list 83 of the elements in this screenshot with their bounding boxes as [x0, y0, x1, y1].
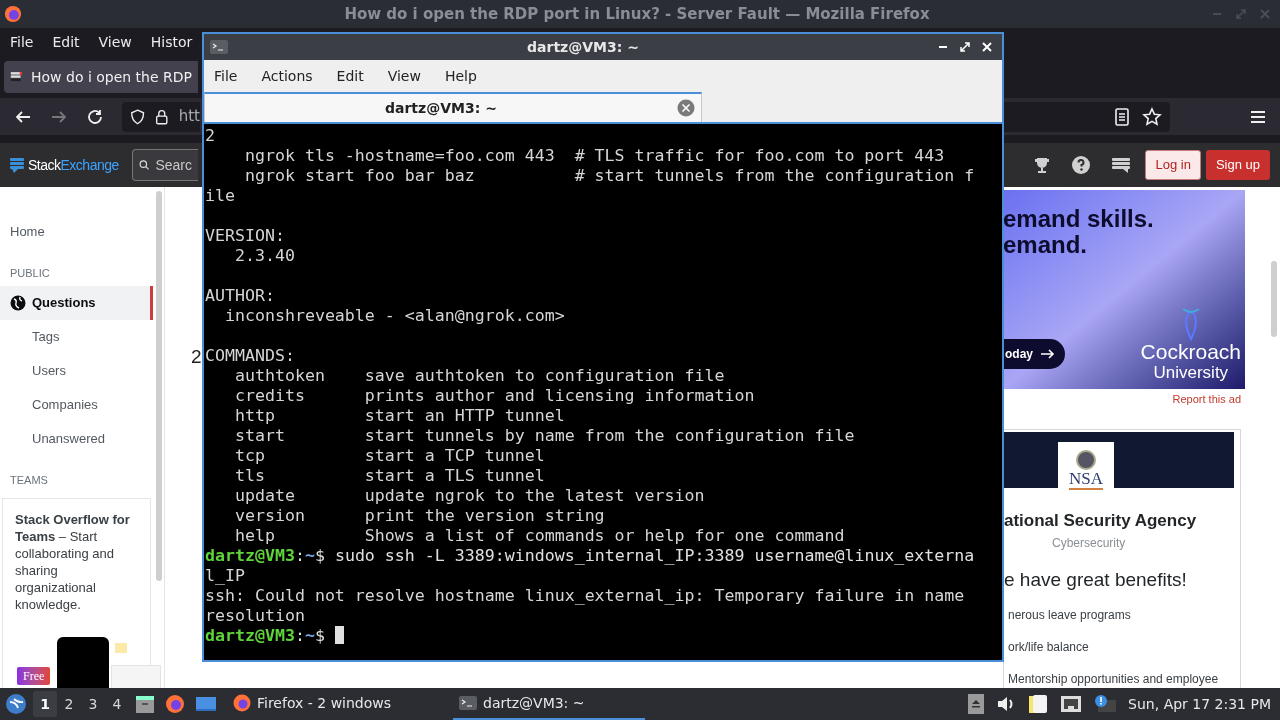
section-heading: TEAMS: [9, 472, 49, 488]
window-title: dartz@VM3: ~: [526, 37, 640, 57]
window-title: How do i open the RDP port in Linux? - Server Fault — Mozilla Firefox: [343, 3, 931, 25]
workspace-button[interactable]: 3: [81, 691, 105, 717]
signup-button[interactable]: Sign up: [1205, 150, 1270, 180]
menu-icon[interactable]: [1250, 109, 1266, 124]
update-notification-icon[interactable]: [1094, 694, 1117, 714]
notes-icon[interactable]: [1028, 694, 1049, 714]
browser-icon[interactable]: [165, 694, 185, 714]
terminal-illustration: [57, 637, 109, 688]
terminal-tab[interactable]: dartz@VM3: ~: [204, 92, 702, 122]
start-menu-icon[interactable]: [5, 693, 27, 715]
nav-link[interactable]: Companies: [0, 387, 153, 422]
ad-brand: Cockroach: [1140, 340, 1241, 363]
chat-icon[interactable]: [1111, 156, 1132, 174]
ad-headline: e have great benefits!: [1004, 567, 1188, 592]
menu-item[interactable]: Edit: [52, 31, 80, 53]
menu-item[interactable]: File: [10, 31, 34, 53]
lock-icon[interactable]: [155, 107, 169, 126]
taskbar-button[interactable]: Firefox - 2 windows: [227, 688, 423, 720]
company-sector: Cybersecurity: [1051, 534, 1127, 552]
clock[interactable]: Sun, Apr 17 2:31 PM: [1128, 693, 1271, 715]
search-field[interactable]: Searc: [132, 149, 198, 181]
ad-headline: emand.: [1003, 232, 1089, 258]
browser-icon: [233, 694, 251, 712]
note-illustration: [115, 643, 127, 653]
file-cabinet-icon[interactable]: [135, 694, 155, 714]
reload-icon[interactable]: [86, 107, 104, 126]
reader-view-icon[interactable]: [1114, 107, 1130, 126]
seal-icon: [1076, 450, 1096, 470]
teams-promo-text: Stack Overflow for Teams – Start collaborating and sharing organizational knowledge.: [15, 511, 131, 613]
ad-brand: University: [1153, 362, 1229, 383]
nav-link[interactable]: Users: [0, 353, 153, 388]
network-icon[interactable]: [1060, 695, 1083, 713]
help-icon[interactable]: [1071, 155, 1092, 175]
address-bar[interactable]: htt: [122, 101, 200, 132]
benefit-item: ork/life balance: [1008, 639, 1090, 656]
nav-link[interactable]: Unanswered: [0, 421, 153, 456]
workspace-button[interactable]: 1: [33, 691, 57, 717]
desktop-icon[interactable]: [195, 694, 217, 714]
report-ad-link[interactable]: Report this ad: [1172, 390, 1241, 407]
nav-link[interactable]: Questions: [0, 285, 153, 320]
ad-banner[interactable]: emand skills. emand. oday Cockroach University: [1003, 190, 1245, 389]
menu-item[interactable]: Help: [444, 65, 477, 87]
benefit-item: Mentorship opportunities and employee: [1008, 671, 1220, 688]
ad-headline: emand skills.: [1003, 206, 1155, 232]
scrollbar[interactable]: [156, 191, 162, 581]
globe-icon: [10, 294, 26, 311]
ad-cta-button[interactable]: oday: [1003, 338, 1065, 369]
nav-link[interactable]: Home: [0, 215, 153, 249]
login-button[interactable]: Log in: [1145, 150, 1201, 180]
stack-logo-icon: [10, 157, 24, 173]
workspace-button[interactable]: 2: [57, 691, 81, 717]
workspace-button[interactable]: 4: [105, 691, 129, 717]
command-line: dartz@VM3:~$ sudo ssh -L 3389:windows_internal_IP:3389 username@linux_externa: [205, 546, 975, 566]
eject-icon[interactable]: [968, 694, 985, 714]
star-icon[interactable]: [1142, 106, 1162, 127]
terminal-icon: [210, 40, 228, 54]
shield-icon[interactable]: [130, 107, 146, 126]
nav-link[interactable]: Tags: [0, 319, 153, 354]
terminal-icon: [459, 694, 477, 712]
menu-item[interactable]: View: [98, 31, 132, 53]
taskbar-button[interactable]: dartz@VM3: ~: [453, 688, 645, 720]
vote-count: 2: [191, 345, 202, 369]
firefox-logo-icon: [4, 5, 22, 23]
url-text: htt: [178, 106, 200, 128]
arrow-right-icon: [1041, 348, 1055, 359]
menu-item[interactable]: Actions: [261, 65, 313, 87]
benefit-item: nerous leave programs: [1008, 607, 1132, 624]
menu-item[interactable]: View: [387, 65, 421, 87]
close-tab-icon[interactable]: [677, 99, 695, 117]
terminal-output[interactable]: 2 ngrok tls -hostname=foo.com 443 # TLS traffic for foo.com to port 443 ngrok start foo bar baz # start tunnels from the configuration f ile VERSION: 2.3.40 AUTHOR: inconshreveable - <alan@ngrok.com> COMMANDS: authtoken save authtoken to configuration file credits prints author and licensing information http start an HTTP tunnel start start tunnels by name from the configuration file tcp start a TCP tunnel tls start a TLS tunnel update update ngrok to the latest version version print the version string help Shows a list of commands or help for one command dartz@VM3:~$ sudo ssh -L 3389:windows_internal_IP:3389 username@linux_externa l_IP ssh: Could not resolve hostname linux_external_ip: Temporary failure in name resolution dartz@VM3:~$: [204, 124, 1002, 660]
trophy-icon[interactable]: [1033, 156, 1052, 174]
free-badge: Free: [17, 667, 51, 685]
menu-item[interactable]: Histor: [150, 31, 193, 53]
address-bar-end[interactable]: [1004, 101, 1170, 132]
section-heading: PUBLIC: [9, 266, 51, 281]
menu-item[interactable]: Edit: [336, 65, 364, 87]
menu-item[interactable]: File: [214, 65, 238, 87]
browser-tab[interactable]: How do i open the RDP: [4, 61, 198, 93]
page-scrollbar[interactable]: [1271, 261, 1277, 337]
site-logo[interactable]: StackExchange: [28, 154, 119, 176]
company-name: ational Security Agency: [1004, 510, 1198, 532]
